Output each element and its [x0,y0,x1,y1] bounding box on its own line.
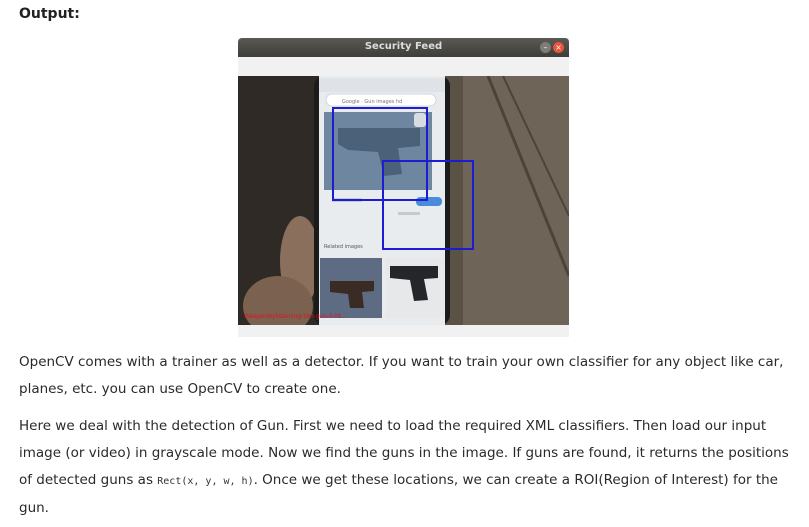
paragraph-trainer: OpenCV comes with a trainer as well as a… [19,354,784,397]
rect-code: Rect(x, y, w, h) [157,476,254,487]
close-icon[interactable]: × [553,42,564,53]
window-bottom-strip [238,325,569,337]
paragraph-gun-detection: Here we deal with the detection of Gun. … [19,413,794,522]
overlay-text: Weaponbylistening-Ukr-gun-0-ht... [244,313,347,320]
window-title: Security Feed [364,41,443,52]
minimize-icon[interactable]: – [540,42,551,53]
output-heading: Output: [19,6,80,22]
window-titlebar[interactable]: Security Feed – × [238,38,569,57]
room-right-floor [463,76,569,325]
phone-status-bar [319,78,445,92]
camera-feed: Google · Gun images hd Related images We… [238,76,569,325]
article-page: Output: Security Feed – × Google · Gun i… [0,0,809,527]
visit-button [416,197,442,206]
phone-search-text: Google · Gun images hd [342,99,402,105]
window-toolbar-strip [238,57,569,76]
related-images-label: Related images [324,244,363,250]
security-feed-window: Security Feed – × Google · Gun images hd… [238,38,569,337]
